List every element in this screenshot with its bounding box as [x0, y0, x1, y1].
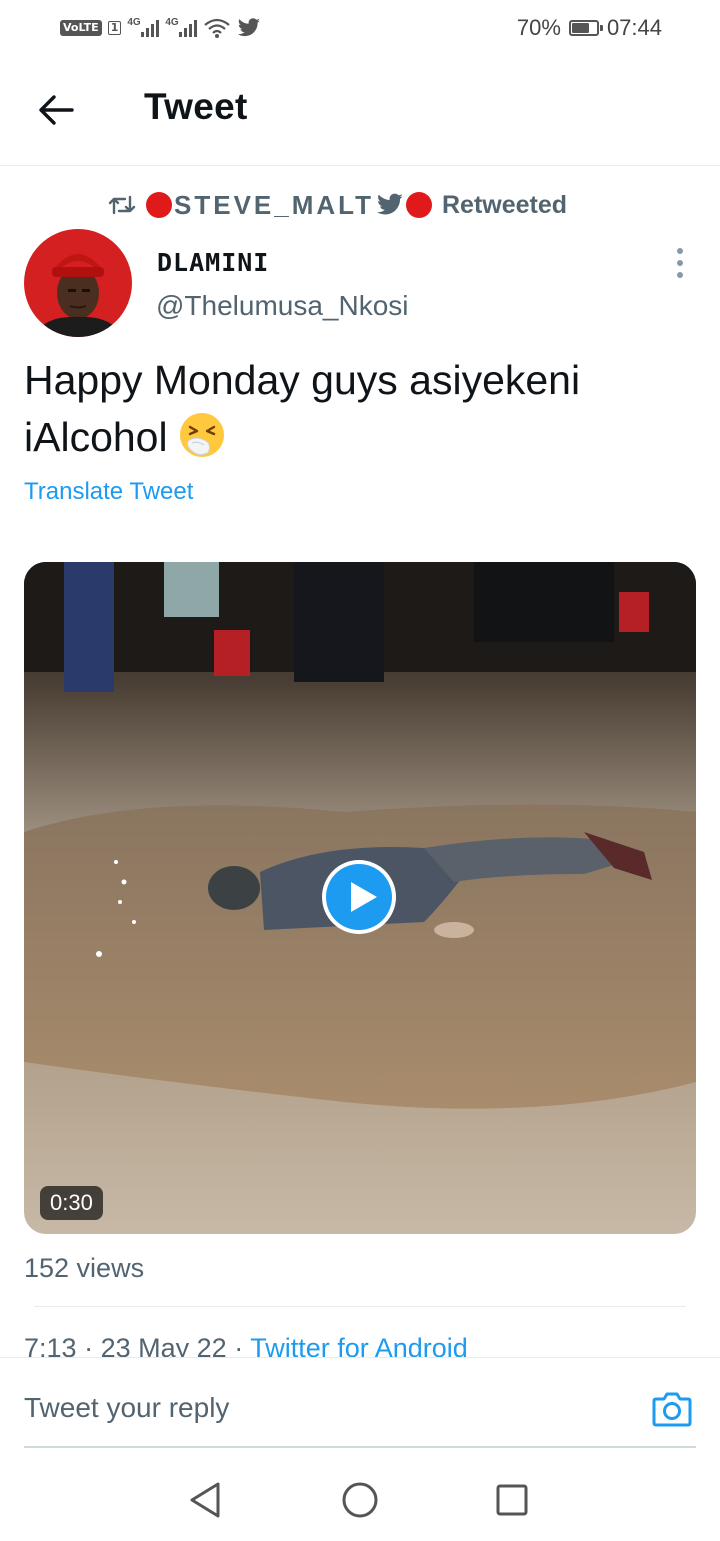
author-handle[interactable]: @Thelumusa_Nkosi	[156, 290, 409, 322]
author-display-name[interactable]: DLAMINI	[157, 248, 269, 277]
tweet-text: Happy Monday guys asiyekeni iAlcohol	[24, 352, 684, 466]
retweeted-label: Retweeted	[441, 190, 568, 219]
network-type-1: 4G	[127, 17, 141, 28]
status-left-icons: VoLTE 1 4G 4G	[60, 14, 261, 42]
twitter-bird-icon	[377, 193, 403, 215]
signal-1-icon: 4G	[127, 17, 160, 37]
translate-tweet-link[interactable]: Translate Tweet	[24, 478, 193, 506]
red-circle-emoji	[405, 192, 432, 218]
view-count: 152 views	[24, 1253, 145, 1283]
red-circle-emoji	[146, 192, 172, 218]
twitter-bird-status-icon	[238, 18, 261, 37]
back-arrow-icon[interactable]	[36, 90, 76, 130]
status-bar: VoLTE 1 4G 4G 70% 07:44	[0, 0, 720, 56]
tweet-body: Happy Monday guys asiyekeni iAlcohol	[24, 357, 581, 460]
retweet-context[interactable]: STEVE_MALT Retweeted	[108, 190, 567, 220]
nav-back-icon[interactable]	[184, 1478, 228, 1522]
sneezing-face-emoji	[179, 413, 224, 457]
nav-home-icon[interactable]	[338, 1478, 382, 1522]
network-type-2: 4G	[165, 17, 179, 28]
retweet-icon	[108, 195, 136, 215]
wifi-icon	[204, 18, 231, 38]
divider	[34, 1306, 686, 1307]
camera-icon[interactable]	[650, 1387, 694, 1431]
video-duration: 0:30	[40, 1186, 103, 1220]
signal-2-icon: 4G	[165, 17, 198, 37]
reply-divider	[24, 1446, 696, 1448]
battery-fill	[571, 23, 589, 33]
reply-input[interactable]: Tweet your reply	[24, 1392, 229, 1424]
sim-badge: 1	[107, 21, 122, 35]
more-vertical-icon[interactable]	[672, 248, 688, 278]
avatar[interactable]	[24, 229, 132, 337]
avatar-image	[24, 229, 132, 337]
play-icon[interactable]	[320, 858, 398, 936]
retweeter-name: STEVE_MALT	[174, 189, 374, 220]
volte-badge: VoLTE	[60, 20, 102, 36]
top-app-bar: Tweet	[0, 56, 720, 166]
page-title: Tweet	[144, 86, 248, 127]
battery-icon	[568, 20, 603, 36]
battery-percent: 70%	[516, 15, 561, 40]
nav-recents-icon[interactable]	[490, 1478, 534, 1522]
status-time: 07:44	[606, 15, 662, 40]
status-right-icons: 70% 07:44	[517, 14, 662, 42]
